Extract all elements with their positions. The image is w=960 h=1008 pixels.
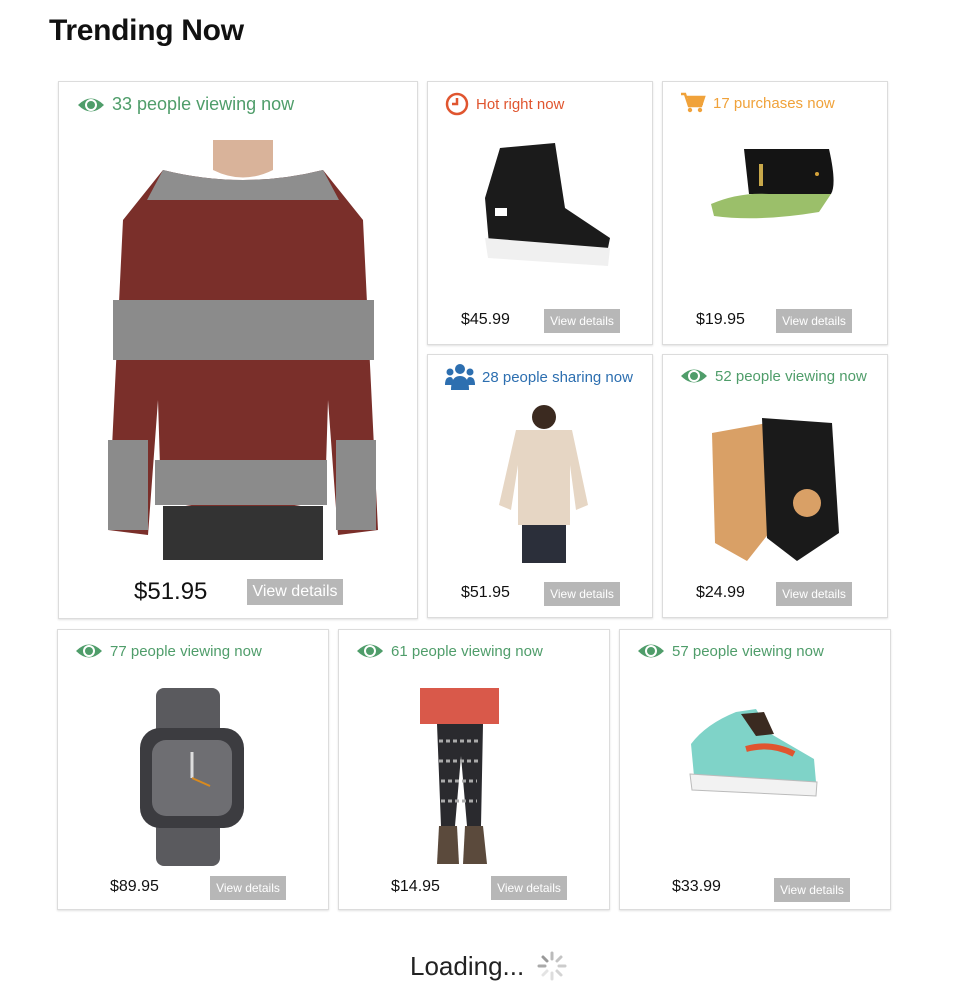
view-details-button[interactable]: View details [210,876,286,900]
price: $45.99 [461,311,510,328]
price: $51.95 [461,584,510,601]
price: $14.95 [391,878,440,895]
badge-text: Hot right now [476,95,565,113]
product-card-sneaker[interactable]: Hot right now $45.99 View details [427,81,653,345]
badge-text: 28 people sharing now [482,368,633,386]
viewing-badge: 77 people viewing now [75,642,262,660]
hot-badge: Hot right now [445,92,564,116]
view-details-button[interactable]: View details [776,309,852,333]
product-image-sneaker[interactable] [480,138,615,283]
viewing-badge: 33 people viewing now [77,94,294,115]
product-image-leggings[interactable] [415,686,500,871]
cart-icon [680,92,706,114]
product-image-sweater[interactable] [103,140,383,565]
product-card-top[interactable]: 28 people sharing now $51.95 View detail… [427,354,653,618]
eye-icon [637,642,665,660]
product-card-leggings[interactable]: 61 people viewing now $14.95 View detail… [338,629,610,910]
product-image-top[interactable] [496,405,591,570]
sharing-badge: 28 people sharing now [445,363,633,391]
product-card-gloves[interactable]: 52 people viewing now $24.99 View detail… [662,354,888,618]
view-details-button[interactable]: View details [774,878,850,902]
price: $33.99 [672,878,721,895]
view-details-button[interactable]: View details [247,579,343,605]
product-card-watch[interactable]: 77 people viewing now $89.95 View detail… [57,629,329,910]
badge-text: 77 people viewing now [110,642,262,660]
eye-icon [75,642,103,660]
loading-text: Loading... [410,950,525,981]
view-details-button[interactable]: View details [491,876,567,900]
product-image-watch[interactable] [138,688,248,871]
viewing-badge: 52 people viewing now [680,367,867,385]
eye-icon [356,642,384,660]
product-card-sweater[interactable]: 33 people viewing now $51.95 View detail… [58,81,418,619]
clock-icon [445,92,469,116]
product-image-gloves[interactable] [707,413,845,568]
people-icon [445,363,475,391]
purchases-badge: 17 purchases now [680,92,835,114]
product-image-skate-shoe[interactable] [686,704,821,804]
badge-text: 33 people viewing now [112,94,295,114]
view-details-button[interactable]: View details [776,582,852,606]
price: $89.95 [110,878,159,895]
viewing-badge: 61 people viewing now [356,642,543,660]
viewing-badge: 57 people viewing now [637,642,824,660]
badge-text: 57 people viewing now [672,642,824,660]
product-card-cap[interactable]: 17 purchases now $19.95 View details [662,81,888,345]
loading-indicator: Loading... [410,950,568,982]
eye-icon [680,367,708,385]
page-title: Trending Now [49,14,244,47]
price: $24.99 [696,584,745,601]
view-details-button[interactable]: View details [544,582,620,606]
product-card-skate-shoe[interactable]: 57 people viewing now $33.99 View detail… [619,629,891,910]
product-image-cap[interactable] [709,144,839,239]
badge-text: 17 purchases now [713,94,835,112]
badge-text: 61 people viewing now [391,642,543,660]
price: $51.95 [134,578,208,605]
eye-icon [77,96,105,114]
price: $19.95 [696,311,745,328]
view-details-button[interactable]: View details [544,309,620,333]
badge-text: 52 people viewing now [715,367,867,385]
spinner-icon [536,950,568,982]
